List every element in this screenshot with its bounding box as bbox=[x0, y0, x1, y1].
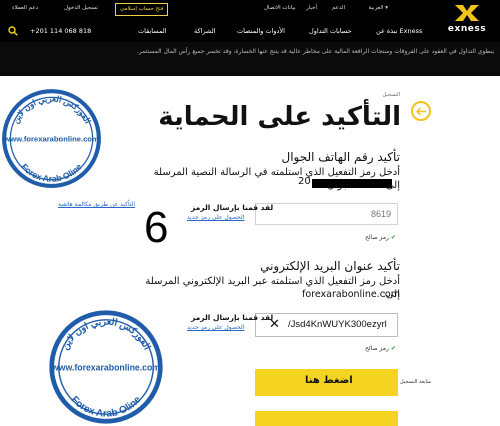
svg-text:الفوركس العربي اون لاين: الفوركس العربي اون لاين bbox=[59, 315, 153, 351]
phone-section-title: تأكيد رقم الهاتف الجوال bbox=[281, 150, 400, 164]
nav-contests[interactable]: المسابقات bbox=[138, 27, 167, 35]
language-selector[interactable]: العربية ▾ bbox=[368, 5, 388, 11]
back-button[interactable] bbox=[411, 101, 431, 121]
topbar-support[interactable]: الدعم bbox=[332, 5, 345, 11]
search-icon[interactable] bbox=[8, 26, 18, 36]
sms-code-sent-label: لقد قمنا بإرسال الرمز bbox=[191, 203, 274, 212]
watermark-stamp: الفوركس العربي اون لاين www.forexarabonl… bbox=[2, 89, 101, 188]
breadcrumb[interactable]: التسجيل bbox=[383, 92, 400, 98]
email-address: forexarabonline.com bbox=[301, 289, 400, 300]
topbar-contact-visible[interactable]: بيانات الاتصال bbox=[264, 5, 296, 11]
check-icon: ✔ bbox=[390, 345, 396, 352]
confirm-by-call-link[interactable]: التأكيد عن طريق مكالمة هاتفية bbox=[58, 201, 135, 208]
email-code-value[interactable]: /Jsd4KnWUYK300ezyrl bbox=[288, 319, 387, 330]
sms-code-input[interactable] bbox=[255, 203, 398, 225]
disclaimer-text: ينطوي التداول في العقود على الفروقات ومن… bbox=[136, 48, 494, 55]
nav-trading-accounts[interactable]: حسابات التداول bbox=[309, 27, 352, 35]
email-code-input[interactable]: ✕ /Jsd4KnWUYK300ezyrl bbox=[255, 313, 398, 337]
sms-code-valid-status: ✔ رمز صالح bbox=[365, 234, 396, 241]
check-icon: ✔ bbox=[390, 234, 396, 241]
email-code-valid-status: ✔ رمز صالح bbox=[365, 345, 396, 352]
submit-button-label: اضغط هنا bbox=[305, 375, 353, 386]
open-islamic-account-button[interactable]: فتح حساب إسلامي bbox=[115, 3, 169, 16]
topbar-news[interactable]: أخبار bbox=[306, 5, 317, 11]
main-navigation: +201 114 068 818 نبذة عن Exness حسابات ا… bbox=[0, 20, 500, 42]
email-section-title: تأكيد عنوان البريد الإلكتروني bbox=[260, 259, 400, 273]
logo-wordmark: exness bbox=[447, 24, 487, 34]
watermark-stamp: الفوركس العربي اون لاين www.forexarabonl… bbox=[49, 310, 163, 424]
nav-partnership[interactable]: الشراكة bbox=[194, 27, 216, 35]
continue-registration-label: متابعة التسجيل bbox=[400, 379, 432, 385]
masked-phone-number bbox=[312, 179, 392, 188]
customer-support-link[interactable]: دعم العملاء bbox=[12, 5, 38, 11]
submit-button[interactable]: اضغط هنا bbox=[255, 369, 398, 396]
phone-number[interactable]: +201 114 068 818 bbox=[30, 27, 91, 35]
step-number: 6 bbox=[144, 203, 169, 252]
arrow-left-icon bbox=[416, 107, 426, 116]
top-bar: العربية ▾ أخبار الدعم بيانات الاتصال بيا… bbox=[0, 0, 500, 20]
logo-mark-icon bbox=[455, 5, 479, 21]
risk-disclaimer: ينطوي التداول في العقود على الفروقات ومن… bbox=[0, 42, 500, 76]
phone-number-prefix: 20 bbox=[298, 176, 311, 187]
next-step-bar[interactable] bbox=[255, 411, 398, 426]
page-title: التأكيد على الحماية bbox=[158, 102, 401, 132]
exness-logo[interactable]: exness bbox=[442, 4, 492, 38]
watermark-url: www.forexarabonline.com bbox=[3, 135, 99, 144]
sms-get-new-code-link[interactable]: الحصول على رمز جديد bbox=[187, 214, 244, 221]
watermark-url: www.forexarabonline.com bbox=[51, 363, 160, 373]
nav-tools-platforms[interactable]: الأدوات والمنصات bbox=[237, 27, 285, 35]
email-get-new-code-link[interactable]: الحصول على رمز جديد bbox=[187, 324, 244, 331]
watermark-arabic: الفوركس العربي اون لاين bbox=[59, 315, 153, 351]
login-link[interactable]: تسجيل الدخول bbox=[64, 5, 98, 11]
email-code-sent-label: لقد قمنا بإرسال الرمز bbox=[191, 313, 274, 322]
nav-about[interactable]: نبذة عن Exness bbox=[376, 27, 422, 35]
